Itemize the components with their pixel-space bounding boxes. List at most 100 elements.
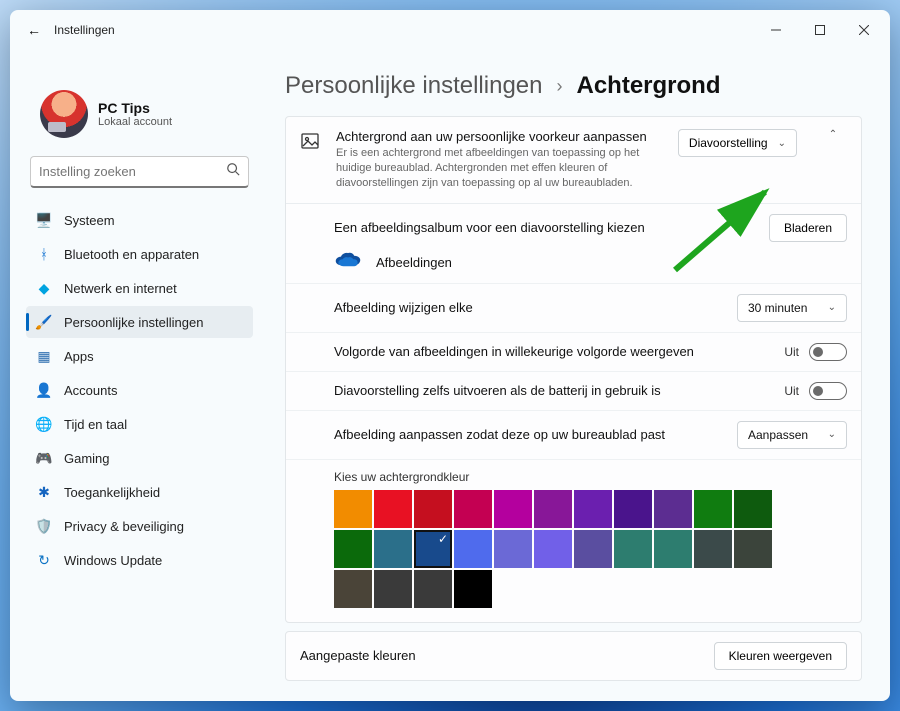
- nav-label: Toegankelijkheid: [64, 485, 160, 500]
- color-swatch[interactable]: [454, 530, 492, 568]
- titlebar: ← Instellingen: [10, 10, 890, 50]
- color-swatch[interactable]: [694, 530, 732, 568]
- search-input[interactable]: [39, 164, 226, 179]
- close-button[interactable]: [842, 15, 886, 45]
- color-swatch[interactable]: [334, 530, 372, 568]
- breadcrumb: Persoonlijke instellingen › Achtergrond: [285, 72, 862, 100]
- search-box[interactable]: [30, 156, 249, 188]
- window-title: Instellingen: [54, 23, 115, 37]
- battery-row: Diavoorstelling zelfs uitvoeren als de b…: [286, 372, 861, 411]
- picture-icon: [300, 129, 322, 156]
- nav-label: Persoonlijke instellingen: [64, 315, 203, 330]
- shuffle-state: Uit: [784, 345, 799, 359]
- interval-dropdown[interactable]: 30 minuten ⌄: [737, 294, 847, 322]
- color-swatch[interactable]: [374, 530, 412, 568]
- color-swatch[interactable]: [374, 490, 412, 528]
- profile-block[interactable]: PC Tips Lokaal account: [26, 60, 253, 156]
- settings-window: ← Instellingen PC Tips Lokaal account 🖥️…: [10, 10, 890, 701]
- color-swatch[interactable]: [454, 490, 492, 528]
- background-panel: Achtergrond aan uw persoonlijke voorkeur…: [285, 116, 862, 623]
- show-colors-button[interactable]: Kleuren weergeven: [714, 642, 847, 670]
- nav-item-9[interactable]: 🛡️ Privacy & beveiliging: [26, 510, 253, 542]
- browse-button[interactable]: Bladeren: [769, 214, 847, 242]
- interval-label: Afbeelding wijzigen elke: [334, 300, 473, 315]
- chevron-down-icon: ⌄: [828, 302, 836, 313]
- interval-row: Afbeelding wijzigen elke 30 minuten ⌄: [286, 284, 861, 333]
- nav-icon: ◆: [36, 280, 52, 296]
- album-label: Een afbeeldingsalbum voor een diavoorste…: [334, 220, 645, 235]
- nav-icon: 🎮: [36, 450, 52, 466]
- nav-item-0[interactable]: 🖥️ Systeem: [26, 204, 253, 236]
- color-swatch[interactable]: [654, 530, 692, 568]
- nav-icon: 🖥️: [36, 212, 52, 228]
- shuffle-label: Volgorde van afbeeldingen in willekeurig…: [334, 344, 694, 359]
- nav-icon: ᚼ: [36, 246, 52, 262]
- profile-name: PC Tips: [98, 100, 172, 116]
- chevron-down-icon: ⌄: [828, 429, 836, 440]
- back-button[interactable]: ←: [14, 22, 54, 38]
- avatar: [40, 90, 88, 138]
- nav-item-2[interactable]: ◆ Netwerk en internet: [26, 272, 253, 304]
- color-swatch[interactable]: [574, 530, 612, 568]
- color-swatch[interactable]: [414, 530, 452, 568]
- color-swatch[interactable]: [534, 490, 572, 528]
- nav-label: Privacy & beveiliging: [64, 519, 184, 534]
- color-swatch[interactable]: [414, 490, 452, 528]
- sidebar: PC Tips Lokaal account 🖥️ Systeem ᚼBluetoo…: [10, 50, 265, 701]
- shuffle-row: Volgorde van afbeeldingen in willekeurig…: [286, 333, 861, 372]
- nav-item-6[interactable]: 🌐Tijd en taal: [26, 408, 253, 440]
- main-content: Persoonlijke instellingen › Achtergrond …: [265, 50, 890, 701]
- battery-toggle[interactable]: [809, 382, 847, 400]
- color-swatch[interactable]: [374, 570, 412, 608]
- nav-item-7[interactable]: 🎮 Gaming: [26, 442, 253, 474]
- fit-dropdown[interactable]: Aanpassen ⌄: [737, 421, 847, 449]
- chevron-down-icon: ⌄: [778, 138, 786, 149]
- minimize-button[interactable]: [754, 15, 798, 45]
- color-swatch[interactable]: [494, 530, 532, 568]
- color-swatch[interactable]: [694, 490, 732, 528]
- nav-label: Systeem: [64, 213, 115, 228]
- maximize-button[interactable]: [798, 15, 842, 45]
- collapse-button[interactable]: ⌃: [819, 129, 847, 140]
- nav-icon: ✱: [36, 484, 52, 500]
- shuffle-toggle[interactable]: [809, 343, 847, 361]
- nav-item-4[interactable]: ▦Apps: [26, 340, 253, 372]
- color-swatch[interactable]: [734, 490, 772, 528]
- dropdown-value: Diavoorstelling: [689, 136, 768, 150]
- color-swatch[interactable]: [654, 490, 692, 528]
- color-swatch[interactable]: [334, 570, 372, 608]
- color-swatch[interactable]: [574, 490, 612, 528]
- color-swatch[interactable]: [334, 490, 372, 528]
- nav-list: 🖥️ Systeem ᚼBluetooth en apparaten ◆ Netwerk…: [26, 204, 253, 576]
- breadcrumb-parent[interactable]: Persoonlijke instellingen: [285, 72, 542, 100]
- nav-item-3[interactable]: 🖌️ Persoonlijke instellingen: [26, 306, 253, 338]
- nav-icon: 🛡️: [36, 518, 52, 534]
- profile-sub: Lokaal account: [98, 116, 172, 128]
- custom-colors-row: Aangepaste kleuren Kleuren weergeven: [286, 632, 861, 680]
- color-swatch[interactable]: [534, 530, 572, 568]
- nav-label: Windows Update: [64, 553, 162, 568]
- custom-colors-panel: Aangepaste kleuren Kleuren weergeven: [285, 631, 862, 681]
- nav-icon: ↻: [36, 552, 52, 568]
- nav-item-10[interactable]: ↻ Windows Update: [26, 544, 253, 576]
- album-row: Een afbeeldingsalbum voor een diavoorste…: [286, 204, 861, 284]
- color-swatch[interactable]: [614, 530, 652, 568]
- nav-item-8[interactable]: ✱ Toegankelijkheid: [26, 476, 253, 508]
- nav-label: Netwerk en internet: [64, 281, 177, 296]
- bg-desc: Er is een achtergrond met afbeeldingen v…: [336, 146, 664, 191]
- nav-label: Gaming: [64, 451, 110, 466]
- fit-label: Afbeelding aanpassen zodat deze op uw bu…: [334, 427, 665, 442]
- color-swatches: [334, 490, 774, 608]
- nav-item-5[interactable]: 👤Accounts: [26, 374, 253, 406]
- nav-label: Accounts: [64, 383, 117, 398]
- nav-item-1[interactable]: ᚼBluetooth en apparaten: [26, 238, 253, 270]
- color-swatch[interactable]: [454, 570, 492, 608]
- color-swatch[interactable]: [614, 490, 652, 528]
- color-section: Kies uw achtergrondkleur: [286, 460, 861, 622]
- background-mode-dropdown[interactable]: Diavoorstelling ⌄: [678, 129, 797, 157]
- color-swatch[interactable]: [734, 530, 772, 568]
- color-swatch[interactable]: [494, 490, 532, 528]
- nav-icon: 🖌️: [36, 314, 52, 330]
- chevron-up-icon: ⌃: [829, 129, 837, 140]
- color-swatch[interactable]: [414, 570, 452, 608]
